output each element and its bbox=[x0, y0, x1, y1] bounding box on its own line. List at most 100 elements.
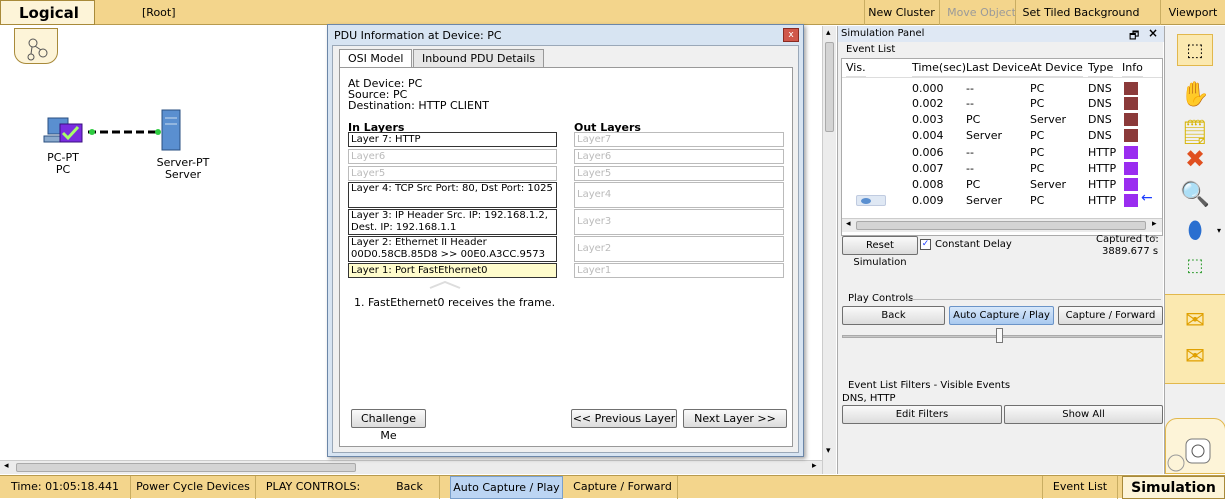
power-cycle-devices-button[interactable]: Power Cycle Devices bbox=[131, 476, 256, 499]
root-breadcrumb[interactable]: [Root] bbox=[142, 6, 176, 19]
close-icon[interactable]: × bbox=[1148, 26, 1158, 40]
cluster-icon[interactable] bbox=[14, 28, 58, 64]
play-controls-label: Play Controls bbox=[848, 293, 914, 304]
info-swatch[interactable] bbox=[1124, 178, 1138, 191]
info-swatch[interactable] bbox=[1124, 194, 1138, 207]
current-event-icon bbox=[856, 195, 886, 206]
out-layer-6[interactable]: Layer6 bbox=[574, 149, 784, 164]
table-row[interactable]: 0.006 -- PC HTTP bbox=[842, 145, 1162, 160]
col-time[interactable]: Time(sec) bbox=[912, 59, 967, 77]
server-icon bbox=[161, 109, 181, 151]
simulation-mode-icon[interactable] bbox=[1165, 418, 1225, 474]
pdu-info: At Device: PC Source: PC Destination: HT… bbox=[348, 78, 489, 111]
tab-inbound-pdu-details[interactable]: Inbound PDU Details bbox=[413, 49, 545, 67]
out-layer-1[interactable]: Layer1 bbox=[574, 263, 784, 278]
select-tool-icon[interactable]: ⬚ bbox=[1177, 34, 1213, 66]
in-layer-6[interactable]: Layer6 bbox=[348, 149, 557, 164]
layer-description: 1. FastEthernet0 receives the frame. bbox=[354, 296, 556, 309]
show-all-button[interactable]: Show All bbox=[1004, 405, 1163, 424]
table-row[interactable]: 0.002 -- PC DNS bbox=[842, 96, 1162, 111]
scroll-right-icon[interactable]: ▸ bbox=[1152, 219, 1157, 229]
col-info[interactable]: Info bbox=[1122, 59, 1143, 77]
scroll-up-icon[interactable]: ▴ bbox=[826, 28, 831, 38]
info-swatch[interactable] bbox=[1124, 146, 1138, 159]
simulation-mode-tab[interactable]: Simulation bbox=[1122, 476, 1225, 499]
right-toolbar: ⬚ ✋ 🗒 ✖ 🔍 ⬮ ▾ ⬚ ✉ ✉ bbox=[1164, 26, 1225, 474]
out-layer-7[interactable]: Layer7 bbox=[574, 132, 784, 147]
logical-tab[interactable]: Logical bbox=[0, 0, 95, 25]
event-list-hscrollbar[interactable]: ◂ ▸ bbox=[842, 218, 1162, 232]
col-at-device[interactable]: At Device bbox=[1030, 59, 1083, 77]
capture-forward-button[interactable]: Capture / Forward bbox=[1058, 306, 1163, 325]
scroll-right-icon[interactable]: ▸ bbox=[812, 461, 817, 471]
info-swatch[interactable] bbox=[1124, 97, 1138, 110]
back-button[interactable]: Back bbox=[842, 306, 945, 325]
link-light-server bbox=[155, 129, 161, 135]
event-list-button[interactable]: Event List bbox=[1042, 476, 1118, 499]
captured-to-value: 3889.677 s bbox=[1102, 246, 1159, 257]
challenge-me-button[interactable]: Challenge Me bbox=[351, 409, 426, 442]
scroll-left-icon[interactable]: ◂ bbox=[846, 219, 851, 229]
horizontal-scroll-thumb[interactable] bbox=[16, 463, 356, 472]
previous-layer-button[interactable]: << Previous Layer bbox=[571, 409, 677, 428]
reset-simulation-button[interactable]: Reset Simulation bbox=[842, 236, 918, 268]
next-layer-button[interactable]: Next Layer >> bbox=[683, 409, 787, 428]
close-icon[interactable]: x bbox=[783, 28, 799, 42]
col-vis[interactable]: Vis. bbox=[846, 59, 866, 77]
edit-filters-button[interactable]: Edit Filters bbox=[842, 405, 1002, 424]
layer-pointer-icon bbox=[428, 279, 462, 289]
add-simple-pdu-icon[interactable]: ✉ bbox=[1177, 304, 1213, 336]
out-layer-3[interactable]: Layer3 bbox=[574, 209, 784, 235]
play-controls-label: PLAY CONTROLS: bbox=[265, 480, 361, 493]
tab-osi-model[interactable]: OSI Model bbox=[339, 49, 413, 68]
constant-delay-checkbox[interactable]: ✓ bbox=[920, 239, 931, 250]
status-back-button[interactable]: Back bbox=[380, 476, 440, 499]
vertical-scrollbar[interactable]: ▴ ▾ bbox=[822, 26, 836, 474]
col-last-device[interactable]: Last Device bbox=[966, 59, 1031, 77]
resize-shape-icon[interactable]: ⬚ bbox=[1177, 250, 1213, 282]
info-swatch[interactable] bbox=[1124, 113, 1138, 126]
table-row[interactable]: 0.009 Server PC HTTP ← bbox=[842, 191, 1162, 208]
inspect-icon[interactable]: 🔍 bbox=[1177, 178, 1213, 210]
new-cluster-button[interactable]: New Cluster bbox=[864, 0, 938, 25]
info-swatch[interactable] bbox=[1124, 162, 1138, 175]
draw-shape-icon[interactable]: ⬮ bbox=[1177, 214, 1213, 246]
out-layer-4[interactable]: Layer4 bbox=[574, 182, 784, 208]
in-layer-5[interactable]: Layer5 bbox=[348, 166, 557, 181]
move-object-button[interactable]: Move Object bbox=[939, 0, 1023, 25]
in-layer-7[interactable]: Layer 7: HTTP bbox=[348, 132, 557, 147]
add-complex-pdu-icon[interactable]: ✉ bbox=[1177, 340, 1213, 372]
in-layer-3[interactable]: Layer 3: IP Header Src. IP: 192.168.1.2,… bbox=[348, 209, 557, 235]
hand-move-icon[interactable]: ✋ bbox=[1177, 78, 1213, 110]
set-tiled-background-button[interactable]: Set Tiled Background bbox=[1015, 0, 1146, 25]
pdu-window-body: OSI Model Inbound PDU Details At Device:… bbox=[332, 45, 799, 453]
play-speed-slider-handle[interactable] bbox=[996, 328, 1003, 343]
in-layer-2[interactable]: Layer 2: Ethernet II Header 00D0.58CB.85… bbox=[348, 236, 557, 262]
table-row[interactable]: 0.007 -- PC HTTP bbox=[842, 161, 1162, 176]
viewport-button[interactable]: Viewport bbox=[1160, 0, 1225, 25]
constant-delay-label: Constant Delay bbox=[935, 239, 1012, 250]
info-swatch[interactable] bbox=[1124, 129, 1138, 142]
col-type[interactable]: Type bbox=[1088, 59, 1114, 77]
event-list-scroll-thumb[interactable] bbox=[856, 221, 1146, 230]
table-row[interactable]: 0.004 Server PC DNS bbox=[842, 128, 1162, 143]
vertical-scroll-thumb[interactable] bbox=[825, 42, 834, 132]
table-row[interactable]: 0.003 PC Server DNS bbox=[842, 112, 1162, 127]
time-display: Time: 01:05:18.441 bbox=[0, 476, 131, 499]
draw-shape-dropdown-icon[interactable]: ▾ bbox=[1217, 226, 1221, 235]
scroll-left-icon[interactable]: ◂ bbox=[4, 461, 9, 471]
table-row[interactable]: 0.000 -- PC DNS bbox=[842, 81, 1162, 96]
in-layer-4[interactable]: Layer 4: TCP Src Port: 80, Dst Port: 102… bbox=[348, 182, 557, 208]
in-layer-1[interactable]: Layer 1: Port FastEthernet0 bbox=[348, 263, 557, 278]
table-row[interactable]: 0.008 PC Server HTTP bbox=[842, 177, 1162, 192]
scroll-down-icon[interactable]: ▾ bbox=[826, 446, 831, 456]
delete-icon[interactable]: ✖ bbox=[1177, 143, 1213, 175]
info-swatch[interactable] bbox=[1124, 82, 1138, 95]
restore-icon[interactable]: 🗗 bbox=[1129, 27, 1139, 46]
out-layer-2[interactable]: Layer2 bbox=[574, 236, 784, 262]
out-layer-5[interactable]: Layer5 bbox=[574, 166, 784, 181]
status-auto-capture-play-button[interactable]: Auto Capture / Play bbox=[450, 476, 563, 499]
horizontal-scrollbar[interactable]: ◂ ▸ bbox=[0, 460, 822, 474]
auto-capture-play-button[interactable]: Auto Capture / Play bbox=[949, 306, 1054, 325]
status-capture-forward-button[interactable]: Capture / Forward bbox=[568, 476, 678, 499]
